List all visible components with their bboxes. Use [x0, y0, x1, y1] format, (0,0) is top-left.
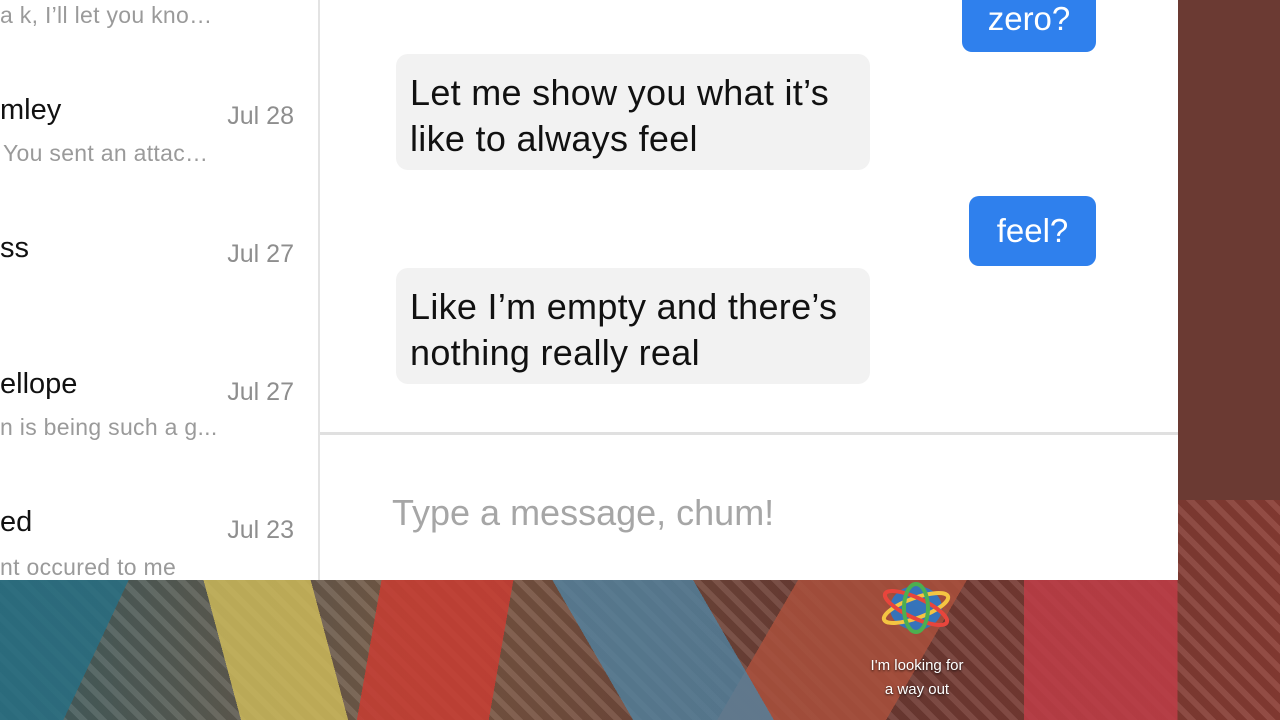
conversation-item[interactable]: ss Jul 27: [0, 228, 318, 338]
video-caption: I'm looking for a way out: [836, 654, 998, 702]
conversation-preview: n is being such a g...: [0, 414, 218, 440]
conversation-date: Jul 28: [227, 102, 294, 130]
outgoing-message-bubble: zero?: [962, 0, 1096, 52]
conversation-date: Jul 27: [227, 240, 294, 268]
caption-line: a way out: [884, 681, 950, 698]
conversation-preview: a k, I’ll let you kno…: [0, 2, 213, 28]
conversation-name: ed: [0, 506, 33, 538]
message-text: zero?: [987, 0, 1071, 37]
message-composer: [320, 435, 1178, 580]
message-text-line: like to always feel: [410, 118, 698, 159]
message-thread[interactable]: zero? Let me show you what it’s like to …: [320, 0, 1178, 435]
conversation-name: ss: [0, 232, 29, 264]
globe-logo-icon: [881, 582, 951, 634]
message-text-line: Let me show you what it’s: [410, 72, 830, 113]
message-text-line: Like I’m empty and there’s: [410, 286, 838, 327]
message-text: feel?: [996, 212, 1069, 249]
conversation-date: Jul 27: [227, 378, 294, 406]
conversation-date: Jul 23: [227, 516, 294, 544]
conversation-name: mley: [0, 94, 62, 126]
message-text-line: nothing really real: [410, 332, 700, 373]
conversation-list[interactable]: a k, I’ll let you kno… mley Jul 28 You s…: [0, 0, 320, 580]
outgoing-message-bubble: feel?: [969, 196, 1096, 266]
incoming-message-bubble: Let me show you what it’s like to always…: [396, 54, 870, 170]
message-input[interactable]: [390, 490, 1114, 536]
conversation-item[interactable]: mley Jul 28 You sent an attac…: [0, 90, 318, 200]
incoming-message-bubble: Like I’m empty and there’s nothing reall…: [396, 268, 870, 384]
conversation-preview: nt occured to me: [0, 554, 177, 580]
conversation-name: ellope: [0, 368, 78, 400]
caption-line: I'm looking for: [870, 657, 964, 674]
conversation-preview: You sent an attac…: [3, 140, 209, 166]
messenger-window: a k, I’ll let you kno… mley Jul 28 You s…: [0, 0, 1178, 580]
conversation-item[interactable]: ellope Jul 27 n is being such a g...: [0, 364, 318, 474]
conversation-item[interactable]: ed Jul 23 nt occured to me: [0, 502, 318, 580]
